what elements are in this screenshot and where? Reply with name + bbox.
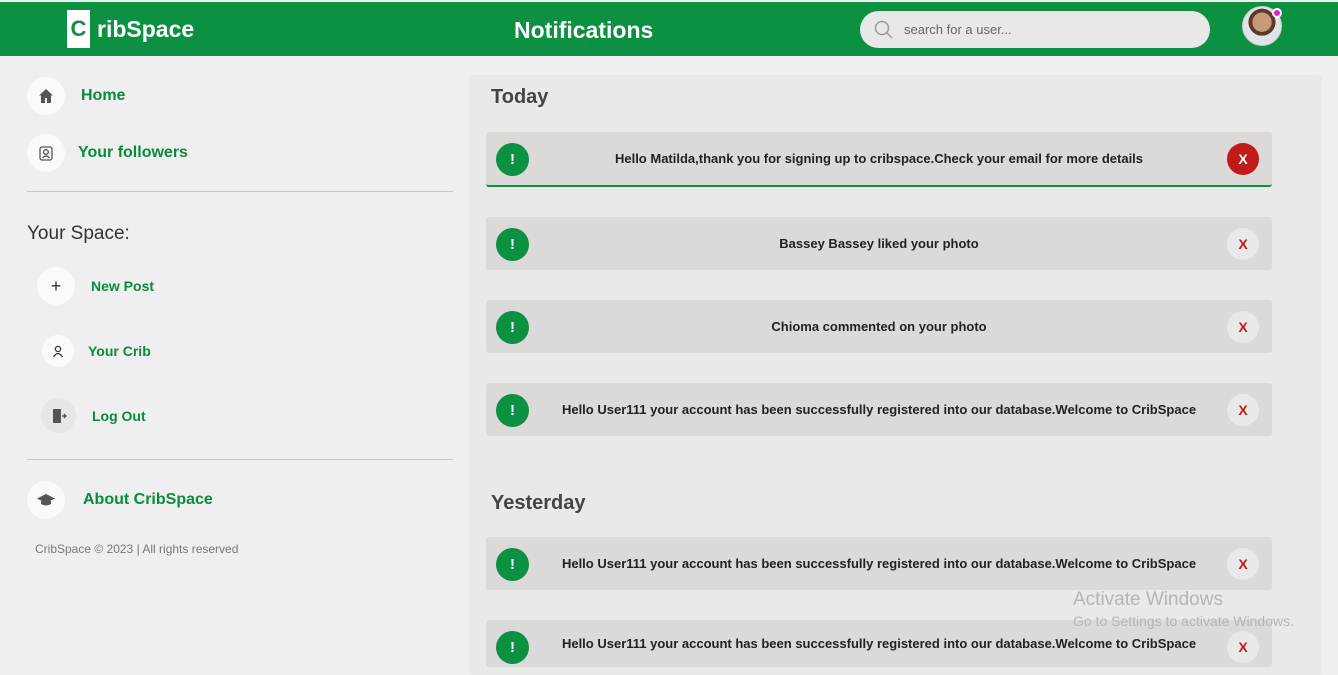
- logout-icon: [41, 398, 76, 433]
- sidebar-item-home[interactable]: Home: [27, 77, 125, 115]
- your-space-title: Your Space:: [27, 223, 130, 244]
- notification-item: ! Chioma commented on your photo X: [486, 300, 1272, 353]
- sidebar-item-followers[interactable]: Your followers: [27, 134, 188, 172]
- user-icon: [42, 335, 74, 367]
- sidebar-item-label: Your Crib: [88, 343, 151, 359]
- sidebar-item-log-out[interactable]: Log Out: [41, 398, 146, 433]
- close-button[interactable]: X: [1227, 548, 1259, 580]
- sidebar-divider: [27, 191, 453, 192]
- notification-dot: [1272, 8, 1282, 18]
- sidebar-item-label: Log Out: [92, 407, 146, 424]
- close-button[interactable]: X: [1227, 631, 1259, 663]
- plus-icon: +: [37, 267, 75, 305]
- close-button[interactable]: X: [1227, 311, 1259, 343]
- sidebar-item-label: Your followers: [78, 144, 188, 161]
- sidebar-item-your-crib[interactable]: Your Crib: [42, 335, 151, 367]
- notification-text: Hello User111 your account has been succ…: [561, 402, 1197, 417]
- notification-item: ! Hello User111 your account has been su…: [486, 537, 1272, 590]
- logo[interactable]: C ribSpace: [67, 10, 194, 48]
- alert-icon: !: [496, 394, 529, 427]
- sidebar-item-about[interactable]: About CribSpace: [27, 481, 213, 519]
- sidebar-divider: [27, 459, 453, 460]
- close-button[interactable]: X: [1227, 143, 1259, 175]
- top-bar: C ribSpace Notifications: [0, 2, 1338, 56]
- alert-icon: !: [496, 311, 529, 344]
- page-title: Notifications: [514, 17, 654, 43]
- sidebar-item-label: New Post: [91, 278, 155, 294]
- sidebar-item-new-post[interactable]: + New Post: [37, 267, 154, 305]
- windows-watermark-title: Activate Windows: [1073, 589, 1223, 610]
- search-bar[interactable]: [860, 11, 1210, 48]
- windows-watermark-subtitle: Go to Settings to activate Windows.: [1073, 613, 1294, 629]
- yesterday-heading: Yesterday: [491, 492, 586, 514]
- notification-item: ! Hello Matilda,thank you for signing up…: [486, 132, 1272, 187]
- home-icon: [27, 77, 65, 115]
- graduation-cap-icon: [27, 481, 65, 519]
- sidebar-item-label: About CribSpace: [83, 491, 213, 508]
- notification-item: ! Bassey Bassey liked your photo X: [486, 217, 1272, 270]
- today-heading: Today: [491, 86, 549, 108]
- search-icon: [874, 20, 893, 39]
- notification-text: Hello User111 your account has been succ…: [561, 636, 1197, 651]
- notification-text: Bassey Bassey liked your photo: [779, 236, 979, 251]
- notification-text: Hello Matilda,thank you for signing up t…: [614, 151, 1144, 166]
- followers-icon: [27, 134, 65, 172]
- notification-text: Chioma commented on your photo: [771, 319, 987, 334]
- logo-mark: C: [67, 10, 90, 48]
- close-button[interactable]: X: [1227, 228, 1259, 260]
- alert-icon: !: [496, 228, 529, 261]
- close-button[interactable]: X: [1227, 394, 1259, 426]
- logo-text: ribSpace: [97, 15, 195, 42]
- alert-icon: !: [496, 631, 529, 664]
- alert-icon: !: [496, 143, 529, 176]
- alert-icon: !: [496, 548, 529, 581]
- sidebar-item-label: Home: [81, 87, 126, 104]
- notification-text: Hello User111 your account has been succ…: [561, 556, 1197, 571]
- copyright: CribSpace © 2023 | All rights reserved: [35, 542, 239, 556]
- notification-item: ! Hello User111 your account has been su…: [486, 383, 1272, 436]
- search-input[interactable]: [904, 22, 1184, 37]
